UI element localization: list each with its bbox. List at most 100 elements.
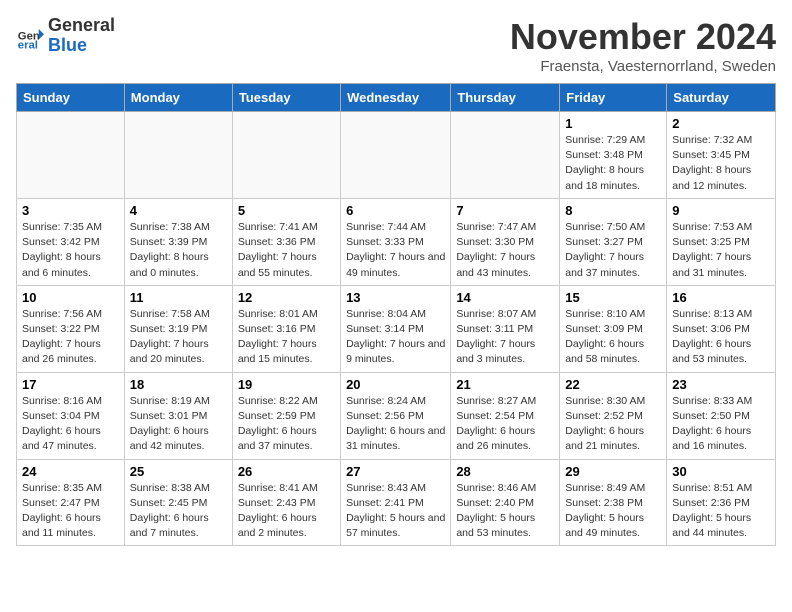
day-number: 12 [238,290,335,305]
calendar-week-row: 17 Sunrise: 8:16 AM Sunset: 3:04 PM Dayli… [17,372,776,459]
calendar-day-cell: 5Sunrise: 7:41 AM Sunset: 3:36 PM Daylig… [232,198,340,285]
day-number: 18 [130,377,227,392]
weekday-header: Saturday [667,84,776,112]
calendar-day-cell: 21 Sunrise: 8:27 AM Sunset: 2:54 PM Dayli… [451,372,560,459]
day-detail: Sunrise: 7:47 AM Sunset: 3:30 PM Dayligh… [456,220,554,281]
calendar-day-cell: 4Sunrise: 7:38 AM Sunset: 3:39 PM Daylig… [124,198,232,285]
weekday-header: Sunday [17,84,125,112]
calendar-day-cell: 22 Sunrise: 8:30 AM Sunset: 2:52 PM Dayli… [560,372,667,459]
day-detail: Sunrise: 7:53 AM Sunset: 3:25 PM Dayligh… [672,220,770,281]
day-detail: Sunrise: 8:51 AM Sunset: 2:36 PM Dayligh… [672,481,770,542]
calendar-day-cell: 6Sunrise: 7:44 AM Sunset: 3:33 PM Daylig… [341,198,451,285]
calendar-day-cell: 17 Sunrise: 8:16 AM Sunset: 3:04 PM Dayli… [17,372,125,459]
day-number: 10 [22,290,119,305]
day-number: 22 [565,377,661,392]
day-detail: Sunrise: 8:07 AM Sunset: 3:11 PM Dayligh… [456,307,554,368]
calendar-day-cell: 20 Sunrise: 8:24 AM Sunset: 2:56 PM Dayli… [341,372,451,459]
calendar-day-cell [232,112,340,199]
calendar-day-cell: 2Sunrise: 7:32 AM Sunset: 3:45 PM Daylig… [667,112,776,199]
calendar-day-cell: 19 Sunrise: 8:22 AM Sunset: 2:59 PM Dayli… [232,372,340,459]
weekday-header: Thursday [451,84,560,112]
day-number: 23 [672,377,770,392]
logo-text: General Blue [48,16,115,56]
calendar-day-cell: 12Sunrise: 8:01 AM Sunset: 3:16 PM Dayli… [232,285,340,372]
weekday-header: Friday [560,84,667,112]
calendar-day-cell [451,112,560,199]
day-number: 11 [130,290,227,305]
logo: Gen eral General Blue [16,16,115,56]
calendar-week-row: 3 Sunrise: 7:35 AM Sunset: 3:42 PM Daylig… [17,198,776,285]
calendar-day-cell: 27 Sunrise: 8:43 AM Sunset: 2:41 PM Dayli… [341,459,451,546]
logo-icon: Gen eral [16,22,44,50]
day-detail: Sunrise: 7:56 AM Sunset: 3:22 PM Dayligh… [22,307,119,368]
day-number: 20 [346,377,445,392]
svg-text:eral: eral [18,39,38,50]
day-detail: Sunrise: 8:35 AM Sunset: 2:47 PM Dayligh… [22,481,119,542]
calendar-day-cell: 23 Sunrise: 8:33 AM Sunset: 2:50 PM Dayli… [667,372,776,459]
calendar-day-cell: 15Sunrise: 8:10 AM Sunset: 3:09 PM Dayli… [560,285,667,372]
day-number: 27 [346,464,445,479]
day-detail: Sunrise: 7:50 AM Sunset: 3:27 PM Dayligh… [565,220,661,281]
calendar-day-cell: 3 Sunrise: 7:35 AM Sunset: 3:42 PM Daylig… [17,198,125,285]
day-number: 7 [456,203,554,218]
day-detail: Sunrise: 7:35 AM Sunset: 3:42 PM Dayligh… [22,220,119,281]
day-detail: Sunrise: 8:46 AM Sunset: 2:40 PM Dayligh… [456,481,554,542]
day-detail: Sunrise: 8:04 AM Sunset: 3:14 PM Dayligh… [346,307,445,368]
calendar-day-cell: 13 Sunrise: 8:04 AM Sunset: 3:14 PM Dayli… [341,285,451,372]
day-number: 25 [130,464,227,479]
logo-general: General [48,16,115,36]
day-detail: Sunrise: 8:19 AM Sunset: 3:01 PM Dayligh… [130,394,227,455]
day-number: 3 [22,203,119,218]
calendar-day-cell: 8 Sunrise: 7:50 AM Sunset: 3:27 PM Daylig… [560,198,667,285]
calendar-day-cell [124,112,232,199]
calendar-header-row: SundayMondayTuesdayWednesdayThursdayFrid… [17,84,776,112]
weekday-header: Wednesday [341,84,451,112]
calendar-day-cell: 26 Sunrise: 8:41 AM Sunset: 2:43 PM Dayli… [232,459,340,546]
calendar-day-cell: 18 Sunrise: 8:19 AM Sunset: 3:01 PM Dayli… [124,372,232,459]
day-number: 13 [346,290,445,305]
day-detail: Sunrise: 7:38 AM Sunset: 3:39 PM Dayligh… [130,220,227,281]
calendar-day-cell: 14 Sunrise: 8:07 AM Sunset: 3:11 PM Dayli… [451,285,560,372]
day-detail: Sunrise: 8:41 AM Sunset: 2:43 PM Dayligh… [238,481,335,542]
weekday-header: Tuesday [232,84,340,112]
day-number: 26 [238,464,335,479]
weekday-header: Monday [124,84,232,112]
calendar-day-cell [341,112,451,199]
day-detail: Sunrise: 8:24 AM Sunset: 2:56 PM Dayligh… [346,394,445,455]
calendar-day-cell: 9 Sunrise: 7:53 AM Sunset: 3:25 PM Daylig… [667,198,776,285]
calendar-day-cell: 24 Sunrise: 8:35 AM Sunset: 2:47 PM Dayli… [17,459,125,546]
calendar-day-cell: 28 Sunrise: 8:46 AM Sunset: 2:40 PM Dayli… [451,459,560,546]
day-detail: Sunrise: 7:29 AM Sunset: 3:48 PM Dayligh… [565,133,661,194]
calendar-day-cell: 11 Sunrise: 7:58 AM Sunset: 3:19 PM Dayli… [124,285,232,372]
day-detail: Sunrise: 8:38 AM Sunset: 2:45 PM Dayligh… [130,481,227,542]
day-number: 28 [456,464,554,479]
calendar-table: SundayMondayTuesdayWednesdayThursdayFrid… [16,83,776,546]
day-detail: Sunrise: 8:16 AM Sunset: 3:04 PM Dayligh… [22,394,119,455]
day-detail: Sunrise: 8:27 AM Sunset: 2:54 PM Dayligh… [456,394,554,455]
page-header: Gen eral General Blue November 2024 Frae… [16,16,776,75]
day-detail: Sunrise: 8:33 AM Sunset: 2:50 PM Dayligh… [672,394,770,455]
day-detail: Sunrise: 7:58 AM Sunset: 3:19 PM Dayligh… [130,307,227,368]
day-number: 15 [565,290,661,305]
day-detail: Sunrise: 7:32 AM Sunset: 3:45 PM Dayligh… [672,133,770,194]
day-detail: Sunrise: 8:30 AM Sunset: 2:52 PM Dayligh… [565,394,661,455]
day-detail: Sunrise: 8:13 AM Sunset: 3:06 PM Dayligh… [672,307,770,368]
day-number: 14 [456,290,554,305]
calendar-week-row: 24 Sunrise: 8:35 AM Sunset: 2:47 PM Dayli… [17,459,776,546]
day-detail: Sunrise: 8:43 AM Sunset: 2:41 PM Dayligh… [346,481,445,542]
day-number: 9 [672,203,770,218]
day-number: 6 [346,203,445,218]
day-detail: Sunrise: 8:22 AM Sunset: 2:59 PM Dayligh… [238,394,335,455]
calendar-day-cell: 16 Sunrise: 8:13 AM Sunset: 3:06 PM Dayli… [667,285,776,372]
day-number: 24 [22,464,119,479]
day-number: 16 [672,290,770,305]
day-number: 30 [672,464,770,479]
day-number: 21 [456,377,554,392]
calendar-day-cell: 29Sunrise: 8:49 AM Sunset: 2:38 PM Dayli… [560,459,667,546]
day-number: 19 [238,377,335,392]
day-number: 17 [22,377,119,392]
day-detail: Sunrise: 8:49 AM Sunset: 2:38 PM Dayligh… [565,481,661,542]
title-area: November 2024 Fraensta, Vaesternorrland,… [510,16,776,75]
calendar-week-row: 1Sunrise: 7:29 AM Sunset: 3:48 PM Daylig… [17,112,776,199]
day-number: 8 [565,203,661,218]
